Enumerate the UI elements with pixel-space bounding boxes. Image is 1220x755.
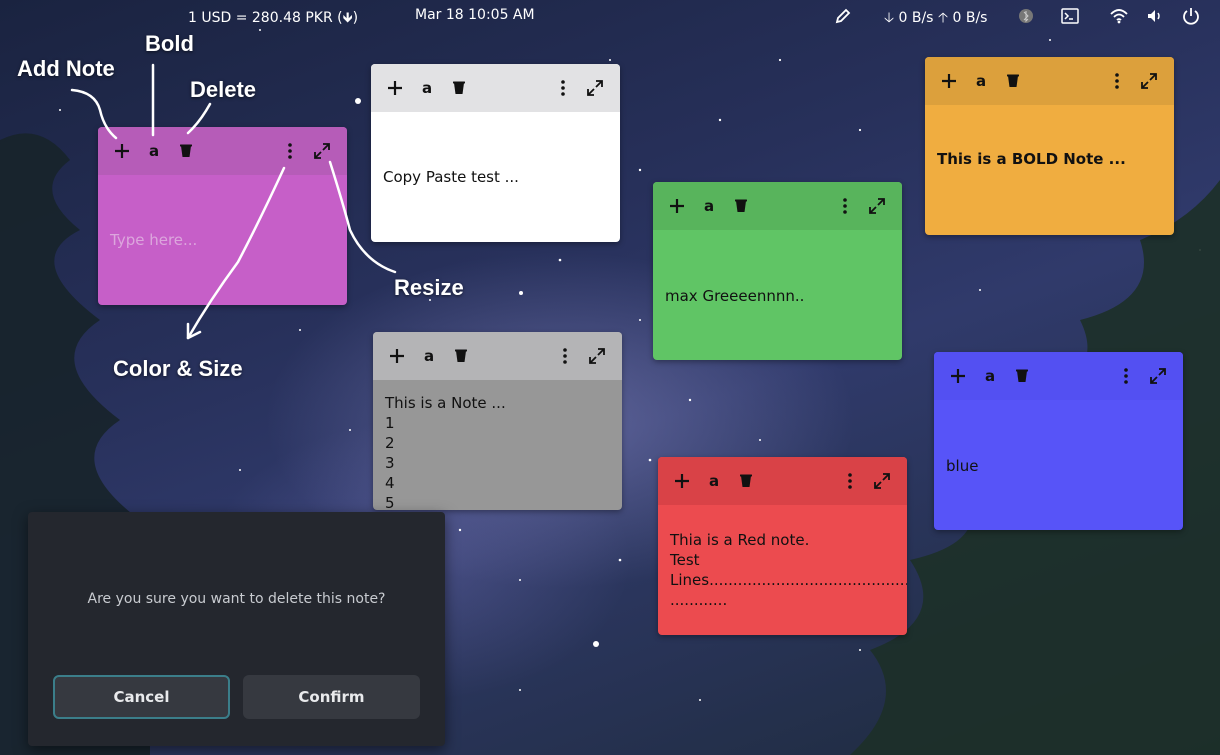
sticky-note-gray[interactable]: This is a Note ... 1 2 3 4 5 [373, 332, 622, 510]
annotation-color-size: Color & Size [113, 356, 243, 381]
dialog-message: Are you sure you want to delete this not… [87, 591, 386, 607]
menu-icon[interactable] [840, 471, 860, 491]
sticky-note-blue[interactable]: blue [934, 352, 1183, 530]
note-text[interactable]: This is a BOLD Note ... [925, 105, 1174, 235]
note-header [98, 127, 347, 175]
clock[interactable]: Mar 18 10:05 AM [415, 7, 535, 23]
bold-icon[interactable] [971, 71, 991, 91]
terminal-icon[interactable] [1060, 6, 1080, 26]
currency-indicator[interactable]: 1 USD = 280.48 PKR (🡻) [188, 7, 358, 31]
delete-icon[interactable] [1003, 71, 1023, 91]
note-header [658, 457, 907, 505]
note-text[interactable]: Copy Paste test ... [371, 112, 620, 242]
sticky-note-red[interactable]: Thia is a Red note. Test Lines..........… [658, 457, 907, 635]
delete-icon[interactable] [736, 471, 756, 491]
net-down-speed: 🡣 0 B/s [884, 10, 934, 26]
resize-icon[interactable] [585, 78, 605, 98]
add-note-icon[interactable] [939, 71, 959, 91]
note-text[interactable]: blue [934, 400, 1183, 530]
annotation-resize: Resize [394, 275, 464, 300]
sticky-note-white[interactable]: Copy Paste test ... [371, 64, 620, 242]
annotation-add-note: Add Note [17, 56, 115, 81]
net-up-speed: 🡡 0 B/s [938, 10, 988, 26]
confirm-button[interactable]: Confirm [243, 675, 420, 719]
bold-icon[interactable] [417, 78, 437, 98]
note-header [373, 332, 622, 380]
annotation-delete: Delete [190, 77, 257, 102]
add-note-icon[interactable] [672, 471, 692, 491]
note-header [653, 182, 902, 230]
cancel-button[interactable]: Cancel [53, 675, 230, 719]
delete-icon[interactable] [731, 196, 751, 216]
note-header [925, 57, 1174, 105]
sticky-note-orange[interactable]: This is a BOLD Note ... [925, 57, 1174, 235]
note-text[interactable]: Thia is a Red note. Test Lines..........… [658, 505, 907, 635]
delete-confirm-dialog: Are you sure you want to delete this not… [28, 512, 445, 746]
menu-icon[interactable] [555, 346, 575, 366]
add-note-icon[interactable] [385, 78, 405, 98]
bold-icon[interactable] [144, 141, 164, 161]
menu-icon[interactable] [835, 196, 855, 216]
note-text[interactable]: This is a Note ... 1 2 3 4 5 [373, 380, 622, 510]
resize-icon[interactable] [872, 471, 892, 491]
resize-icon[interactable] [1148, 366, 1168, 386]
add-note-icon[interactable] [667, 196, 687, 216]
bold-icon[interactable] [980, 366, 1000, 386]
resize-icon[interactable] [587, 346, 607, 366]
add-note-icon[interactable] [948, 366, 968, 386]
note-text[interactable]: max Greeeennnn.. [653, 230, 902, 360]
delete-icon[interactable] [449, 78, 469, 98]
top-panel: 1 USD = 280.48 PKR (🡻) Mar 18 10:05 AM 🡣… [0, 0, 1220, 32]
wifi-icon[interactable] [1109, 6, 1129, 26]
add-note-icon[interactable] [112, 141, 132, 161]
note-header [934, 352, 1183, 400]
bold-icon[interactable] [704, 471, 724, 491]
resize-icon[interactable] [312, 141, 332, 161]
note-input[interactable]: Type here... [98, 175, 347, 305]
power-icon[interactable] [1181, 6, 1201, 26]
resize-icon[interactable] [867, 196, 887, 216]
annotation-bold: Bold [145, 31, 194, 56]
volume-icon[interactable] [1145, 6, 1165, 26]
bold-icon[interactable] [419, 346, 439, 366]
menu-icon[interactable] [280, 141, 300, 161]
bluetooth-icon[interactable] [1016, 6, 1036, 26]
menu-icon[interactable] [1107, 71, 1127, 91]
pencil-icon[interactable] [833, 6, 853, 26]
resize-icon[interactable] [1139, 71, 1159, 91]
delete-icon[interactable] [1012, 366, 1032, 386]
note-header [371, 64, 620, 112]
sticky-note-purple[interactable]: Type here... [98, 127, 347, 305]
add-note-icon[interactable] [387, 346, 407, 366]
sticky-note-green[interactable]: max Greeeennnn.. [653, 182, 902, 360]
bold-icon[interactable] [699, 196, 719, 216]
delete-icon[interactable] [451, 346, 471, 366]
menu-icon[interactable] [553, 78, 573, 98]
menu-icon[interactable] [1116, 366, 1136, 386]
delete-icon[interactable] [176, 141, 196, 161]
